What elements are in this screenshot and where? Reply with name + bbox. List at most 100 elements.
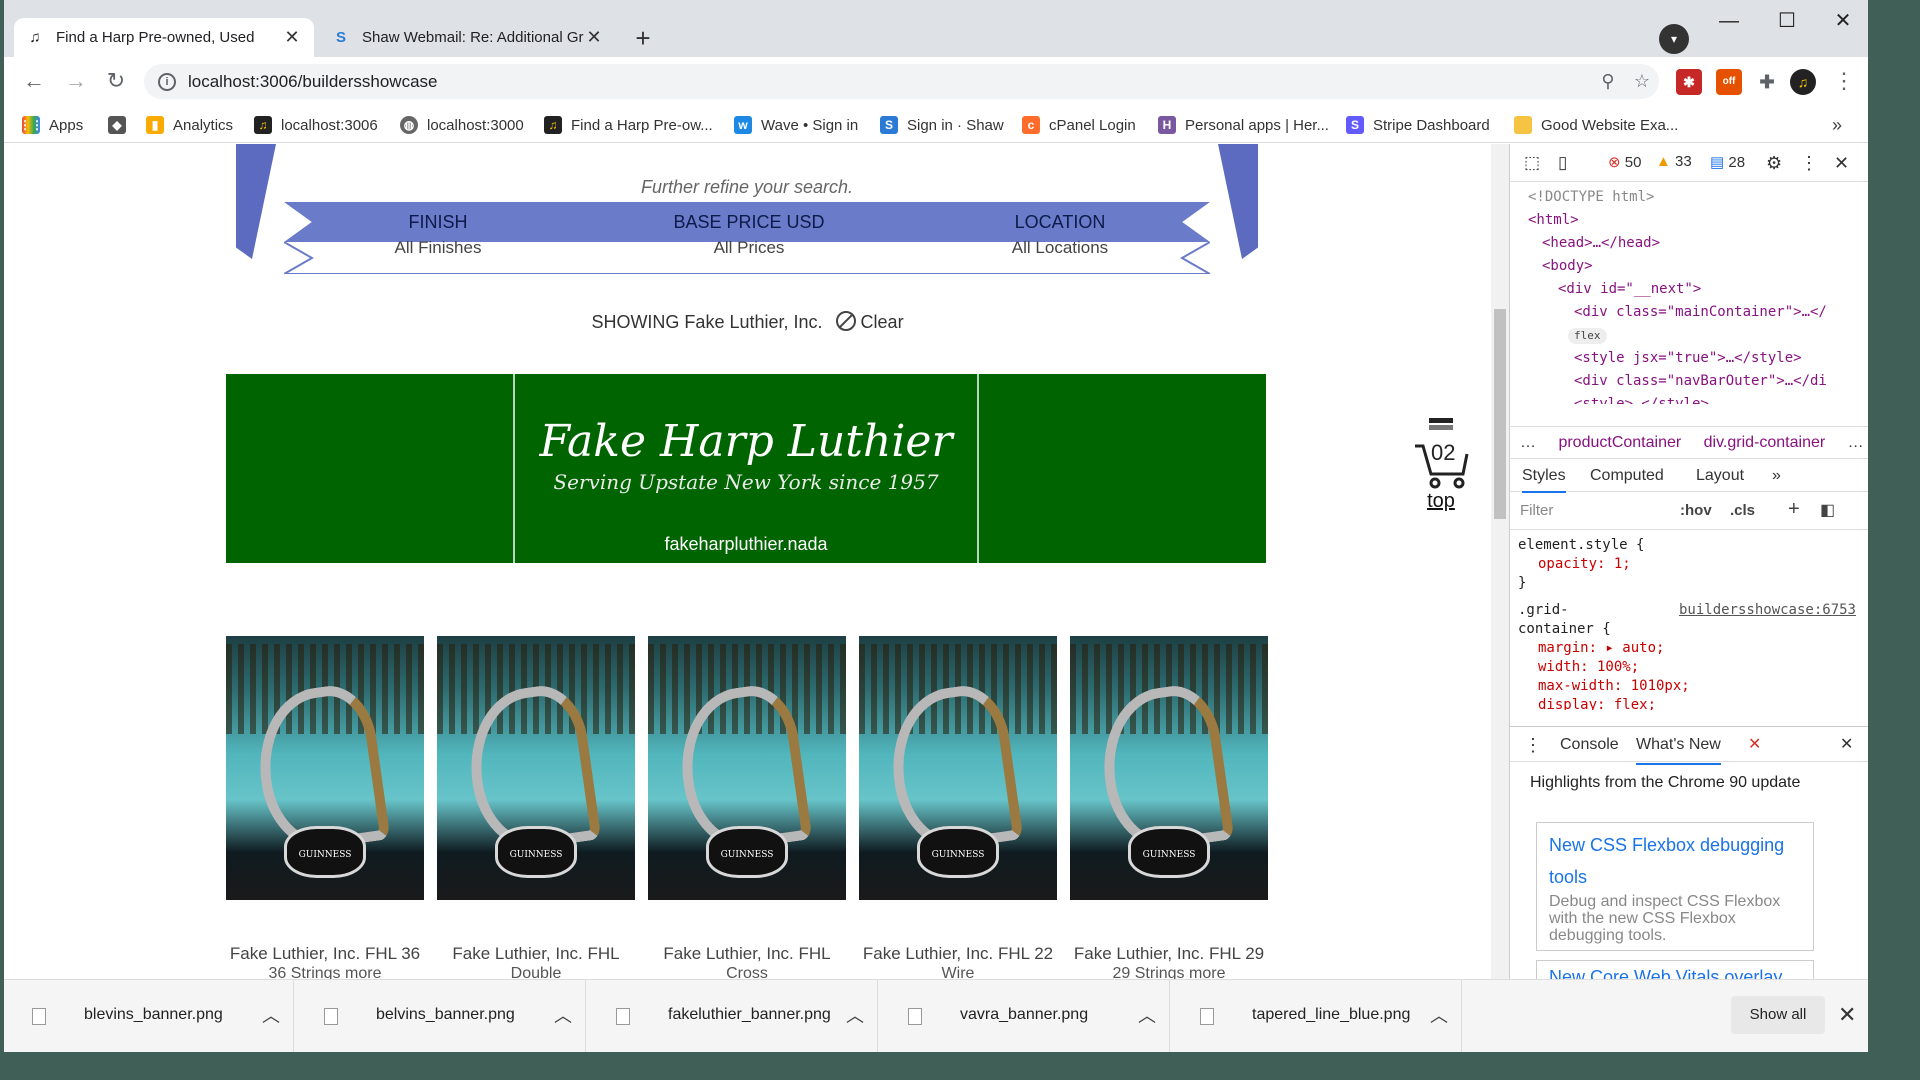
show-all-downloads-button[interactable]: Show all [1731,996,1825,1034]
close-window-button[interactable]: ✕ [1818,6,1868,36]
maximize-button[interactable]: ☐ [1762,6,1812,36]
download-filename[interactable]: blevins_banner.png [84,1006,223,1024]
bookmark-heroku[interactable]: H Personal apps | Her... [1158,113,1329,137]
style-property[interactable]: opacity: 1; [1518,555,1868,574]
clear-icon[interactable] [835,311,856,331]
product-image[interactable]: GUINNESS [437,636,635,900]
download-item[interactable]: fakeluthier_banner.png ︿ [588,980,878,1052]
tab-close-icon[interactable]: ✕ [282,27,302,48]
chevron-up-icon[interactable]: ︿ [1430,1002,1448,1028]
more-link[interactable]: more [345,965,381,979]
tree-node[interactable]: <style jsx="true">…</style> [1528,347,1868,370]
chevron-up-icon[interactable]: ︿ [846,1002,864,1028]
bookmark-folder[interactable]: Good Website Exa... [1514,113,1678,137]
filter-finish-value[interactable]: All Finishes [288,238,588,258]
view-toggle-icon[interactable] [1429,418,1453,430]
tree-node[interactable]: <head>…</head> [1528,232,1868,255]
tab-console[interactable]: Console [1560,727,1619,763]
product-card[interactable]: GUINNESS Fake Luthier, Inc. FHL 29 29 St… [1070,636,1268,979]
download-item[interactable]: belvins_banner.png ︿ [296,980,586,1052]
download-item[interactable]: tapered_line_blue.png ︿ [1172,980,1462,1052]
back-button[interactable]: ← [18,65,50,97]
style-source-link[interactable]: buildersshowcase:6753 [1679,601,1856,620]
address-bar[interactable]: i localhost:3006/buildersshowcase ⚲ ☆ [144,64,1659,99]
tab-styles[interactable]: Styles [1522,459,1566,493]
filter-finish[interactable]: FINISH All Finishes [288,202,588,258]
tree-node[interactable]: <style>…</style> [1528,393,1868,404]
flex-badge[interactable]: flex [1568,328,1607,344]
tab-shaw-webmail[interactable]: S Shaw Webmail: Re: Additional Gr ✕ [320,18,616,57]
tab-whats-new[interactable]: What's New [1636,727,1721,765]
back-to-top-link[interactable]: top [1406,490,1476,513]
message-count[interactable]: ▤ 28 [1710,153,1745,171]
reload-button[interactable]: ↻ [100,65,132,97]
bookmark-stripe[interactable]: S Stripe Dashboard [1346,113,1490,137]
hov-toggle[interactable]: :hov [1680,502,1712,519]
clear-filter-link[interactable]: Clear [861,312,904,332]
minimize-button[interactable]: — [1704,6,1754,36]
download-filename[interactable]: fakeluthier_banner.png [668,1006,831,1024]
tree-node[interactable]: <!DOCTYPE html> [1528,186,1868,209]
filter-price[interactable]: BASE PRICE USD All Prices [599,202,899,258]
tree-node[interactable]: <div class="mainContainer">…</ [1528,301,1868,324]
download-filename[interactable]: tapered_line_blue.png [1252,1006,1410,1024]
tab-find-a-harp[interactable]: ♫ Find a Harp Pre-owned, Used ✕ [14,18,314,57]
bookmarks-overflow-icon[interactable]: » [1832,115,1842,136]
style-property[interactable]: max-width: 1010px; [1518,677,1868,696]
bookmark-apps[interactable]: ⋮⋮ Apps [19,113,83,137]
error-count[interactable]: ⊗ 50 [1608,153,1641,171]
bookmark-find-a-harp[interactable]: ♫ Find a Harp Pre-ow... [544,113,713,137]
filter-location-value[interactable]: All Locations [910,238,1210,258]
drawer-close-icon[interactable]: ✕ [1840,727,1853,763]
drawer-menu-icon[interactable]: ⋮ [1524,727,1542,763]
product-image[interactable]: GUINNESS [859,636,1057,900]
product-card[interactable]: GUINNESS Fake Luthier, Inc. FHL 22 Wire [859,636,1057,979]
style-selector-cont[interactable]: container { [1518,620,1868,639]
forward-button[interactable]: → [60,65,92,97]
extension-icon[interactable]: ✱ [1676,69,1702,95]
product-image[interactable]: GUINNESS [226,636,424,900]
cls-toggle[interactable]: .cls [1730,502,1755,519]
style-property[interactable]: display: flex; [1518,696,1868,710]
settings-gear-icon[interactable]: ⚙ [1766,153,1782,174]
breadcrumb-item[interactable]: div.grid-container [1704,434,1826,451]
product-image[interactable]: GUINNESS [648,636,846,900]
product-card[interactable]: GUINNESS Fake Luthier, Inc. FHL Cross [648,636,846,979]
product-card[interactable]: GUINNESS Fake Luthier, Inc. FHL 36 36 St… [226,636,424,979]
cart-icon[interactable]: 02 [1413,440,1469,489]
devtools-menu-icon[interactable]: ⋮ [1800,153,1818,174]
bookmark-localhost-3006[interactable]: ♫ localhost:3006 [254,113,378,137]
tab-computed[interactable]: Computed [1590,459,1664,493]
new-rule-icon[interactable]: + [1788,498,1800,521]
style-selector[interactable]: .grid- [1518,602,1569,618]
style-property[interactable]: width: 100%; [1518,658,1868,677]
tab-close-icon[interactable]: ✕ [584,27,604,48]
toggle-sidebar-icon[interactable]: ◧ [1820,500,1835,520]
puzzle-extensions-icon[interactable]: ✚ [1754,69,1780,95]
filter-price-value[interactable]: All Prices [599,238,899,258]
style-property[interactable]: margin: ▸ auto; [1518,639,1868,658]
style-selector[interactable]: element.style { [1518,536,1868,555]
scrollbar-thumb[interactable] [1494,309,1506,519]
tree-node[interactable]: <div class="navBarOuter">…</di [1528,370,1868,393]
extension-off-icon[interactable]: off [1716,69,1742,95]
chevron-up-icon[interactable]: ︿ [262,1002,280,1028]
site-info-icon[interactable]: i [158,72,176,91]
bookmark-roblox[interactable]: ◆ [108,113,135,137]
download-item[interactable]: vavra_banner.png ︿ [880,980,1170,1052]
profile-avatar[interactable]: ♫ [1790,69,1816,95]
inspect-element-icon[interactable]: ⬚ [1524,153,1540,173]
tab-more[interactable]: » [1772,459,1781,493]
filter-location[interactable]: LOCATION All Locations [910,202,1210,258]
bookmark-star-icon[interactable]: ☆ [1625,71,1659,92]
url-text[interactable]: localhost:3006/buildersshowcase [188,72,1591,92]
breadcrumb-more[interactable]: … [1848,434,1864,451]
tab-search-icon[interactable]: ▾ [1659,24,1689,54]
download-filename[interactable]: vavra_banner.png [960,1006,1088,1024]
location-pin-icon[interactable]: ⚲ [1591,71,1625,92]
bookmark-cpanel[interactable]: c cPanel Login [1022,113,1136,137]
device-toggle-icon[interactable]: ▯ [1558,153,1567,173]
elements-tree[interactable]: <!DOCTYPE html> <html> <head>…</head> <b… [1510,182,1868,404]
new-tab-button[interactable]: + [626,22,660,56]
chevron-up-icon[interactable]: ︿ [1138,1002,1156,1028]
